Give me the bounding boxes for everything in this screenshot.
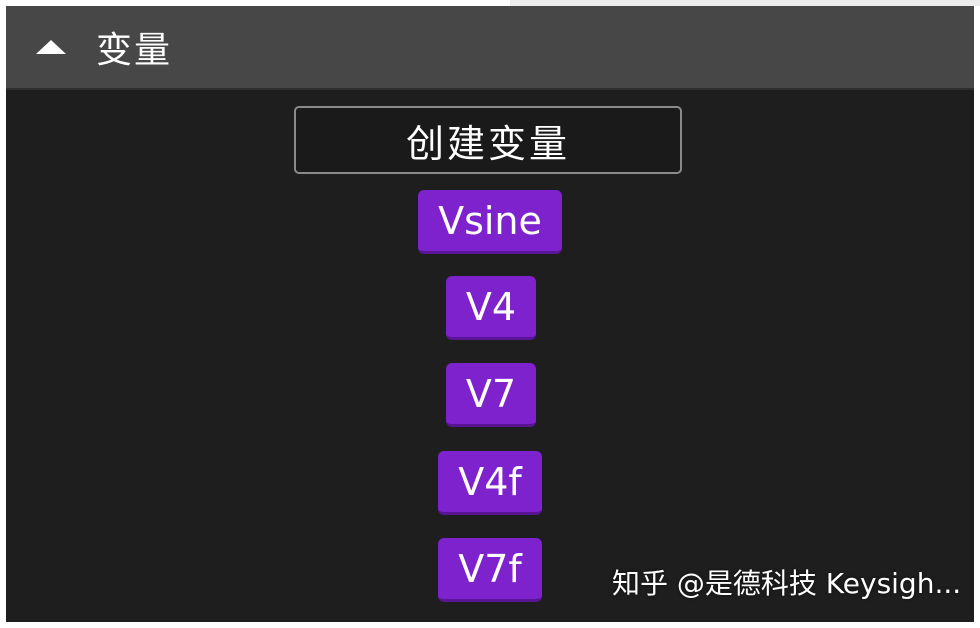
triangle-up-icon[interactable]: [36, 40, 66, 54]
create-variable-button[interactable]: 创建变量: [294, 106, 682, 174]
panel-header: 变量: [6, 6, 974, 90]
variable-block-vsine[interactable]: Vsine: [418, 190, 562, 254]
panel-title: 变量: [96, 30, 173, 71]
variables-panel: 变量 创建变量 Vsine V4 V7 V4f V7f 知乎 @是德科技 Key…: [6, 6, 974, 622]
collapse-toggle[interactable]: 变量: [6, 6, 172, 88]
variable-block-v4[interactable]: V4: [446, 276, 536, 340]
watermark-text: 知乎 @是德科技 Keysigh...: [612, 567, 962, 600]
variable-block-v7[interactable]: V7: [446, 363, 536, 427]
variable-block-v7f[interactable]: V7f: [438, 538, 542, 602]
variable-block-v4f[interactable]: V4f: [438, 451, 542, 515]
